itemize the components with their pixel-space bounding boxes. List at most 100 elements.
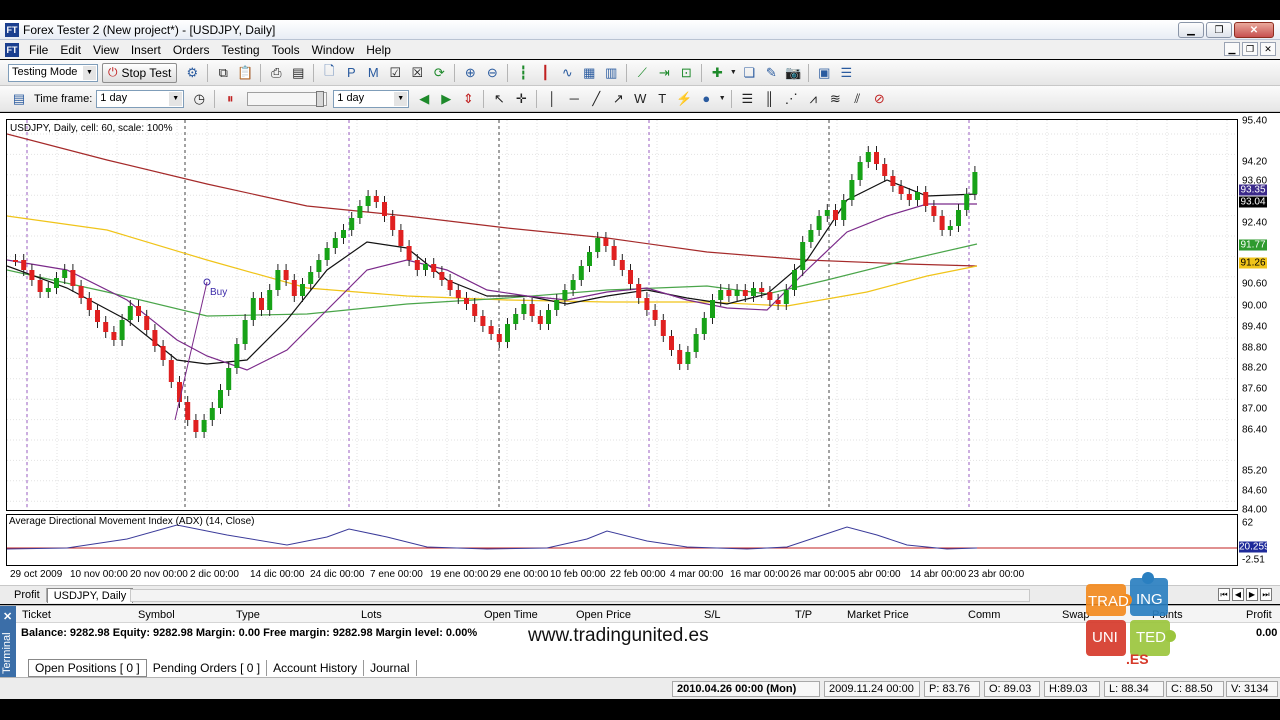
settings-icon[interactable]: ⚙ <box>182 63 202 83</box>
slider-thumb[interactable] <box>316 90 325 107</box>
text-icon[interactable]: T <box>652 89 672 109</box>
x-file-icon[interactable]: ☒ <box>407 63 427 83</box>
mdi-minimize-button[interactable]: ▁ <box>1224 42 1240 56</box>
col-lots[interactable]: Lots <box>361 609 382 621</box>
step-back-icon[interactable]: ◀ <box>414 89 434 109</box>
candle-chart-icon[interactable]: ┃ <box>535 63 555 83</box>
timeframe-select[interactable]: 1 day ▼ <box>96 89 185 108</box>
copy-icon[interactable]: ⧉ <box>213 63 233 83</box>
trend-line-icon[interactable]: ╱ <box>586 89 606 109</box>
chevron-down-icon[interactable]: ▼ <box>718 89 726 109</box>
last-page-icon[interactable]: ⏭ <box>1260 588 1272 601</box>
col-comm[interactable]: Comm <box>968 609 1000 621</box>
shapes-icon[interactable]: ● <box>696 89 716 109</box>
menu-orders[interactable]: Orders <box>167 43 216 57</box>
clock-icon[interactable]: ◷ <box>189 89 209 109</box>
col-type[interactable]: Type <box>236 609 260 621</box>
menu-testing[interactable]: Testing <box>216 43 266 57</box>
maximize-button[interactable]: ❐ <box>1206 22 1232 38</box>
step-select[interactable]: 1 day ▼ <box>333 89 410 108</box>
tab-usdjpy[interactable]: USDJPY, Daily <box>46 587 134 603</box>
close-icon[interactable]: ✕ <box>3 610 12 623</box>
close-button[interactable]: ✕ <box>1234 22 1274 38</box>
tab-journal[interactable]: Journal <box>364 660 417 676</box>
document-icon[interactable]: FT <box>5 42 19 57</box>
jump-icon[interactable]: ⇕ <box>458 89 478 109</box>
horizontal-scrollbar[interactable] <box>130 589 1030 602</box>
bar-chart-icon[interactable]: ┇ <box>513 63 533 83</box>
chart-window-icon[interactable]: ▤ <box>9 89 29 109</box>
tab-account-history[interactable]: Account History <box>267 660 365 676</box>
zoom-in-icon[interactable]: ⊕ <box>460 63 480 83</box>
p-file-icon[interactable]: P <box>341 63 361 83</box>
col-open-price[interactable]: Open Price <box>576 609 631 621</box>
menu-view[interactable]: View <box>87 43 125 57</box>
data-center-icon[interactable]: ☰ <box>836 63 856 83</box>
tab-open-positions[interactable]: Open Positions [ 0 ] <box>28 659 147 677</box>
price-chart[interactable]: USDJPY, Daily, cell: 60, scale: 100% Buy <box>6 119 1238 511</box>
menu-file[interactable]: File <box>23 43 54 57</box>
speed-slider[interactable] <box>247 90 328 107</box>
chart-shift-icon[interactable]: ⟋ <box>632 63 652 83</box>
wave-icon[interactable]: W <box>630 89 650 109</box>
fibonacci-icon[interactable]: ⚡ <box>674 89 694 109</box>
col-sl[interactable]: S/L <box>704 609 721 621</box>
grid-icon[interactable]: ▦ <box>579 63 599 83</box>
ray-icon[interactable]: ↗ <box>608 89 628 109</box>
stop-test-button[interactable]: ⏻ Stop Test <box>102 62 178 83</box>
candle-body <box>808 230 814 242</box>
autoscroll-icon[interactable]: ⇥ <box>654 63 674 83</box>
tab-pending-orders[interactable]: Pending Orders [ 0 ] <box>147 660 268 676</box>
gann-fan-icon[interactable]: ⩘ <box>803 89 823 109</box>
col-open-time[interactable]: Open Time <box>484 609 538 621</box>
news-icon[interactable]: ▣ <box>814 63 834 83</box>
tab-profit[interactable]: Profit <box>8 588 47 602</box>
menu-tools[interactable]: Tools <box>266 43 306 57</box>
candle-body <box>874 152 879 164</box>
andrews-icon[interactable]: ⫽ <box>847 89 867 109</box>
mdi-restore-button[interactable]: ❐ <box>1242 42 1258 56</box>
templates-icon[interactable]: ❏ <box>739 63 759 83</box>
col-ticket[interactable]: Ticket <box>22 609 51 621</box>
check-file-icon[interactable]: ☑ <box>385 63 405 83</box>
step-forward-icon[interactable]: ▶ <box>436 89 456 109</box>
menu-help[interactable]: Help <box>360 43 397 57</box>
regression-icon[interactable]: ⋰ <box>781 89 801 109</box>
crosshair-icon[interactable]: ✛ <box>511 89 531 109</box>
menu-edit[interactable]: Edit <box>54 43 87 57</box>
cursor-icon[interactable]: ↖ <box>489 89 509 109</box>
col-profit[interactable]: Profit <box>1246 609 1272 621</box>
mdi-close-button[interactable]: ✕ <box>1260 42 1276 56</box>
cycle-lines-icon[interactable]: ║ <box>759 89 779 109</box>
delete-objects-icon[interactable]: ⊘ <box>869 89 889 109</box>
next-page-icon[interactable]: ▶ <box>1246 588 1258 601</box>
col-symbol[interactable]: Symbol <box>138 609 175 621</box>
chevron-down-icon[interactable]: ▼ <box>729 63 737 83</box>
screenshot-icon[interactable]: 📷 <box>783 63 803 83</box>
fib-fan-icon[interactable]: ≋ <box>825 89 845 109</box>
channel-icon[interactable]: ☰ <box>737 89 757 109</box>
horizontal-line-icon[interactable]: ─ <box>564 89 584 109</box>
adx-panel[interactable]: Average Directional Movement Index (ADX)… <box>6 514 1238 566</box>
print-icon[interactable]: ⎙ <box>266 63 286 83</box>
period-icon[interactable]: ⊡ <box>676 63 696 83</box>
add-indicator-icon[interactable]: ✚ <box>707 63 727 83</box>
paste-icon[interactable]: 📋 <box>235 63 255 83</box>
zoom-out-icon[interactable]: ⊖ <box>482 63 502 83</box>
refresh-file-icon[interactable]: ⟳ <box>429 63 449 83</box>
mode-select[interactable]: Testing Mode ▼ <box>8 63 98 82</box>
print-preview-icon[interactable]: ▤ <box>288 63 308 83</box>
vertical-line-icon[interactable]: │ <box>542 89 562 109</box>
brush-icon[interactable]: ✎ <box>761 63 781 83</box>
new-file-icon[interactable]: 🗋 <box>319 63 339 83</box>
pause-icon[interactable]: ⏸ <box>220 89 240 109</box>
minimize-button[interactable]: ▁ <box>1178 22 1204 38</box>
volume-icon[interactable]: ▥ <box>601 63 621 83</box>
col-tp[interactable]: T/P <box>795 609 812 621</box>
m-file-icon[interactable]: M <box>363 63 383 83</box>
menu-insert[interactable]: Insert <box>125 43 167 57</box>
prev-page-icon[interactable]: ◀ <box>1232 588 1244 601</box>
col-market-price[interactable]: Market Price <box>847 609 909 621</box>
menu-window[interactable]: Window <box>306 43 361 57</box>
line-chart-icon[interactable]: ∿ <box>557 63 577 83</box>
